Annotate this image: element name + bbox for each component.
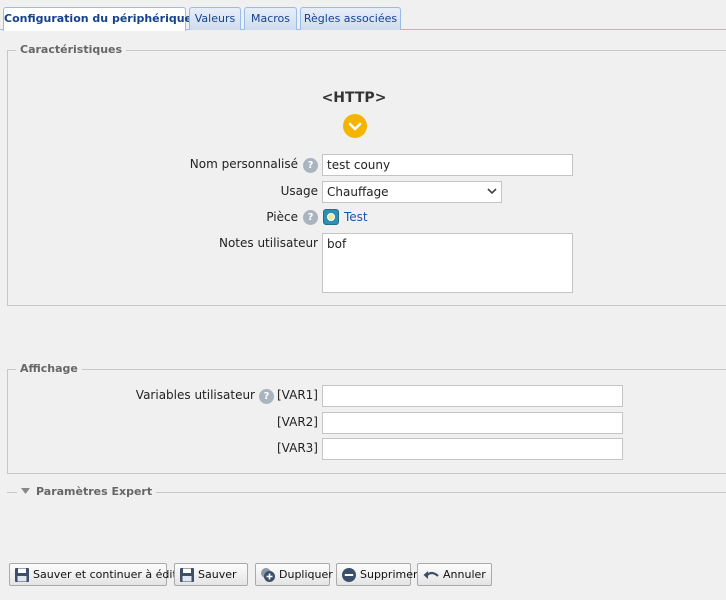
minus-circle-icon (341, 567, 357, 583)
name-input[interactable]: test couny (322, 154, 573, 176)
save-label: Sauver (198, 568, 237, 581)
tab-values[interactable]: Valeurs (189, 7, 241, 30)
characteristics-legend: Caractéristiques (16, 43, 127, 56)
tab-associated-rules[interactable]: Règles associées (300, 7, 401, 30)
var3-tag: [VAR3] (277, 441, 318, 455)
duplicate-button[interactable]: Dupliquer (255, 563, 333, 586)
user-variables-label: Variables utilisateur (135, 388, 255, 402)
floppy-icon (179, 567, 195, 583)
cancel-button[interactable]: Annuler (417, 563, 492, 586)
room-label: Pièce (266, 210, 298, 224)
tab-device-configuration[interactable]: Configuration du périphérique (3, 7, 192, 31)
var2-input[interactable] (322, 412, 623, 434)
triangle-down-icon (21, 488, 30, 495)
duplicate-label: Dupliquer (279, 568, 333, 581)
var1-input[interactable] (322, 385, 623, 407)
expert-toggle[interactable]: Paramètres Expert (17, 485, 157, 498)
help-icon[interactable]: ? (303, 210, 318, 225)
room-link[interactable]: Test (344, 210, 368, 224)
tab-bar: Configuration du périphérique Valeurs Ma… (0, 0, 726, 31)
usage-select[interactable]: Chauffage (322, 181, 502, 203)
var3-input[interactable] (322, 438, 623, 460)
var2-tag: [VAR2] (277, 415, 318, 429)
var1-tag: [VAR1] (277, 388, 318, 402)
save-continue-label: Sauver et continuer à éditer (33, 568, 189, 581)
expert-legend: Paramètres Expert (36, 485, 153, 498)
device-type-label: <HTTP> (321, 90, 387, 106)
tab-macros[interactable]: Macros (244, 7, 297, 30)
delete-button[interactable]: Supprimer (336, 563, 418, 586)
notes-label: Notes utilisateur (218, 236, 318, 250)
save-button[interactable]: Sauver (174, 563, 248, 586)
name-label: Nom personnalisé (189, 157, 298, 171)
chevron-down-icon[interactable] (343, 114, 367, 138)
cancel-label: Annuler (443, 568, 486, 581)
floppy-icon (14, 567, 30, 583)
duplicate-icon (260, 567, 276, 583)
chevron-down-icon (487, 185, 497, 201)
usage-select-value: Chauffage (327, 185, 389, 199)
delete-label: Supprimer (360, 568, 418, 581)
room-icon (323, 209, 339, 225)
usage-label: Usage (280, 184, 318, 198)
save-continue-button[interactable]: Sauver et continuer à éditer (9, 563, 188, 586)
undo-icon (422, 567, 440, 583)
help-icon[interactable]: ? (303, 158, 318, 173)
notes-textarea[interactable]: bof (322, 233, 573, 293)
display-legend: Affichage (16, 362, 82, 375)
